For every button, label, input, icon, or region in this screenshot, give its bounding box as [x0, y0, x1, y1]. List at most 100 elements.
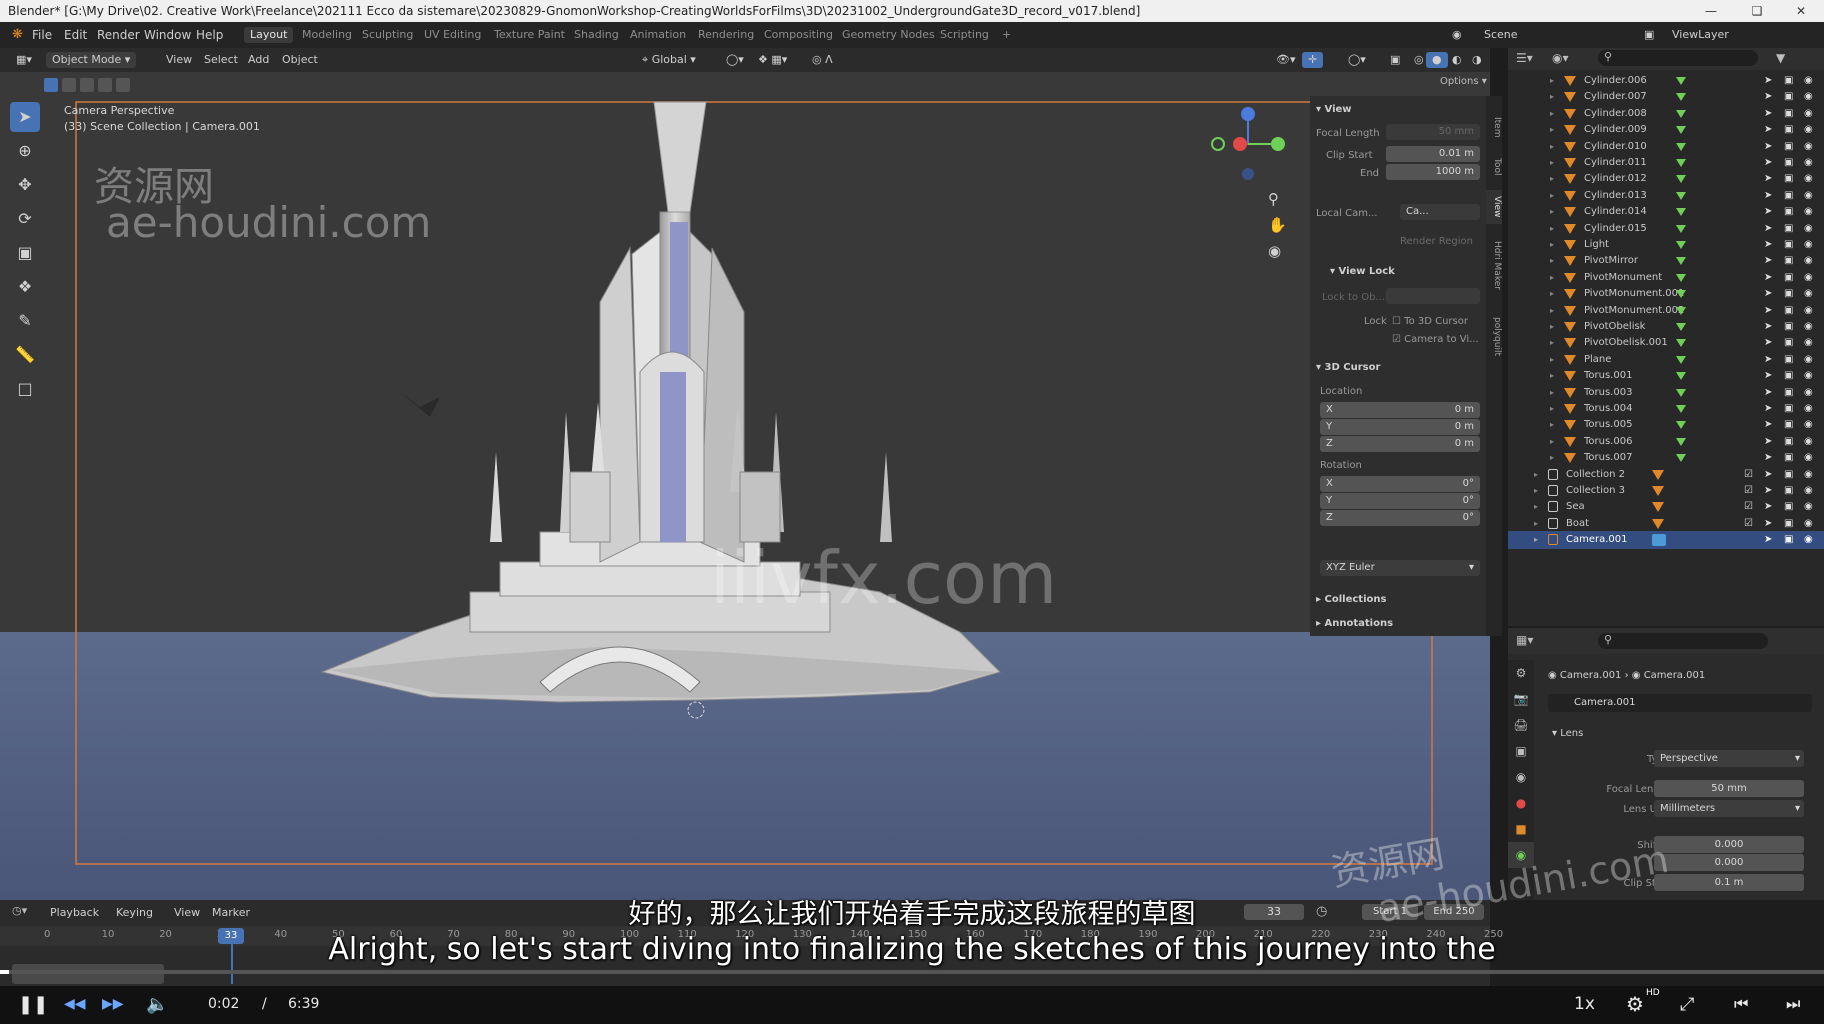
pause-icon[interactable]: ❚❚ — [18, 994, 48, 1015]
outliner-row[interactable]: ▸ Torus.006 ➤ ▣ ◉ — [1508, 433, 1824, 451]
select-arrow-icon[interactable]: ➤ — [1764, 285, 1772, 303]
expand-arrow-icon[interactable]: ▸ — [1550, 252, 1554, 270]
move-tool-icon[interactable]: ✥ — [10, 170, 40, 200]
select-arrow-icon[interactable]: ➤ — [1764, 318, 1772, 336]
select-arrow-icon[interactable]: ➤ — [1764, 449, 1772, 467]
select-arrow-icon[interactable]: ➤ — [1764, 531, 1772, 549]
viewport-visibility-icon[interactable]: ▣ — [1784, 351, 1793, 369]
editor-type-icon[interactable]: ▦▾ — [10, 52, 38, 68]
object-tab-icon[interactable]: ■ — [1508, 816, 1534, 842]
shift-y-field[interactable]: 0.000 — [1654, 854, 1804, 871]
viewport-visibility-icon[interactable]: ▣ — [1784, 236, 1793, 254]
render-camera-icon[interactable]: ◉ — [1804, 466, 1813, 484]
select-arrow-icon[interactable]: ➤ — [1764, 334, 1772, 352]
outliner-row[interactable]: ▸ PivotObelisk ➤ ▣ ◉ — [1508, 318, 1824, 336]
expand-arrow-icon[interactable]: ▸ — [1550, 367, 1554, 385]
3d-viewport[interactable]: Camera Perspective (33) Scene Collection… — [0, 72, 1490, 900]
camera-view-icon[interactable]: ◉ — [1268, 242, 1281, 260]
outliner-row[interactable]: ▸ Cylinder.009 ➤ ▣ ◉ — [1508, 121, 1824, 139]
rewind-icon[interactable]: ◀◀ — [64, 996, 86, 1012]
annotate-tool-icon[interactable]: ✎ — [10, 306, 40, 336]
expand-arrow-icon[interactable]: ▸ — [1550, 302, 1554, 320]
render-camera-icon[interactable]: ◉ — [1804, 531, 1813, 549]
include-checkbox-icon[interactable]: ☑ — [1744, 482, 1753, 500]
camera-datablock-field[interactable]: Camera.001 — [1548, 694, 1812, 712]
lock-to-object-field[interactable] — [1386, 288, 1480, 304]
viewport-visibility-icon[interactable]: ▣ — [1784, 482, 1793, 500]
render-camera-icon[interactable]: ◉ — [1804, 400, 1813, 418]
exit-fullscreen-icon[interactable]: ⤢ — [1680, 994, 1694, 1015]
viewport-visibility-icon[interactable]: ▣ — [1784, 88, 1793, 106]
expand-arrow-icon[interactable]: ▸ — [1550, 203, 1554, 221]
outliner-row[interactable]: ▸ PivotMonument.001 ➤ ▣ ◉ — [1508, 285, 1824, 303]
menu-file[interactable]: File — [32, 28, 52, 42]
timeline-scrollbar[interactable] — [12, 964, 164, 984]
outliner-row[interactable]: ▸ Cylinder.011 ➤ ▣ ◉ — [1508, 154, 1824, 172]
collections-section-header[interactable]: ▸ Collections — [1316, 594, 1386, 605]
viewport-visibility-icon[interactable]: ▣ — [1784, 302, 1793, 320]
select-arrow-icon[interactable]: ➤ — [1764, 482, 1772, 500]
render-region-checkbox[interactable]: Render Region — [1400, 236, 1473, 247]
render-camera-icon[interactable]: ◉ — [1804, 121, 1813, 139]
expand-arrow-icon[interactable]: ▸ — [1550, 269, 1554, 287]
render-camera-icon[interactable]: ◉ — [1804, 220, 1813, 238]
scale-tool-icon[interactable]: ▣ — [10, 238, 40, 268]
render-camera-icon[interactable]: ◉ — [1804, 170, 1813, 188]
focal-length-field[interactable]: 50 mm — [1386, 124, 1480, 140]
camera-to-view-checkbox[interactable]: ☑ Camera to Vi... — [1392, 334, 1479, 345]
render-camera-icon[interactable]: ◉ — [1804, 384, 1813, 402]
expand-arrow-icon[interactable]: ▸ — [1550, 449, 1554, 467]
render-camera-icon[interactable]: ◉ — [1804, 334, 1813, 352]
select-arrow-icon[interactable]: ➤ — [1764, 367, 1772, 385]
add-workspace-button[interactable]: + — [996, 27, 1017, 43]
viewport-visibility-icon[interactable]: ▣ — [1784, 498, 1793, 516]
expand-arrow-icon[interactable]: ▸ — [1550, 433, 1554, 451]
render-camera-icon[interactable]: ◉ — [1804, 482, 1813, 500]
outliner-collection-row[interactable]: ▸ Collection 2 ☑ ➤ ▣ ◉ — [1508, 466, 1824, 484]
outliner-row[interactable]: ▸ Light ➤ ▣ ◉ — [1508, 236, 1824, 254]
outliner-row[interactable]: ▸ PivotMirror ➤ ▣ ◉ — [1508, 252, 1824, 270]
expand-arrow-icon[interactable]: ▸ — [1550, 285, 1554, 303]
render-camera-icon[interactable]: ◉ — [1804, 302, 1813, 320]
outliner-row[interactable]: ▸ PivotMonument ➤ ▣ ◉ — [1508, 269, 1824, 287]
tab-scripting[interactable]: Scripting — [934, 27, 995, 43]
transform-orientation-dropdown[interactable]: ⌖ Global ▾ — [636, 52, 702, 68]
render-camera-icon[interactable]: ◉ — [1804, 236, 1813, 254]
cursor-loc-y-field[interactable]: Y 0 m — [1320, 419, 1480, 435]
outliner-row[interactable]: ▸ Cylinder.012 ➤ ▣ ◉ — [1508, 170, 1824, 188]
select-arrow-icon[interactable]: ➤ — [1764, 269, 1772, 287]
outliner-row[interactable]: ▸ Cylinder.007 ➤ ▣ ◉ — [1508, 88, 1824, 106]
outliner-row[interactable]: ▸ Torus.003 ➤ ▣ ◉ — [1508, 384, 1824, 402]
sidebar-tab-view[interactable]: View — [1486, 190, 1502, 224]
shift-x-field[interactable]: 0.000 — [1654, 836, 1804, 853]
lens-clip-start-field[interactable]: 0.1 m — [1654, 874, 1804, 891]
lens-focal-field[interactable]: 50 mm — [1654, 780, 1804, 797]
cursor-loc-x-field[interactable]: X 0 m — [1320, 402, 1480, 418]
cursor-rot-y-field[interactable]: Y 0° — [1320, 493, 1480, 509]
tab-texture-paint[interactable]: Texture Paint — [488, 27, 571, 43]
menu-view[interactable]: View — [160, 52, 198, 68]
shading-material-icon[interactable]: ◐ — [1446, 52, 1468, 68]
outliner-editor-icon[interactable]: ☰▾ — [1516, 51, 1533, 65]
render-camera-icon[interactable]: ◉ — [1804, 318, 1813, 336]
viewport-visibility-icon[interactable]: ▣ — [1784, 252, 1793, 270]
snap-icon[interactable]: ❖ ▦▾ — [752, 52, 793, 68]
select-arrow-icon[interactable]: ➤ — [1764, 433, 1772, 451]
settings-gear-icon[interactable]: ⚙ — [1626, 992, 1644, 1016]
render-camera-icon[interactable]: ◉ — [1804, 269, 1813, 287]
previous-icon[interactable]: ⏮ — [1734, 994, 1748, 1014]
viewport-visibility-icon[interactable]: ▣ — [1784, 416, 1793, 434]
proportional-edit-icon[interactable]: ◎ Λ — [806, 52, 839, 68]
tab-compositing[interactable]: Compositing — [758, 27, 839, 43]
tab-rendering[interactable]: Rendering — [692, 27, 760, 43]
view-section-header[interactable]: ▾ View — [1316, 104, 1352, 115]
select-invert-icon[interactable] — [98, 78, 112, 92]
xray-toggle-icon[interactable]: ▣ — [1384, 52, 1406, 68]
menu-select[interactable]: Select — [198, 52, 244, 68]
viewport-visibility-icon[interactable]: ▣ — [1784, 269, 1793, 287]
forward-icon[interactable]: ▶▶ — [102, 996, 124, 1012]
expand-arrow-icon[interactable]: ▸ — [1550, 236, 1554, 254]
expand-arrow-icon[interactable]: ▸ — [1550, 384, 1554, 402]
render-camera-icon[interactable]: ◉ — [1804, 285, 1813, 303]
render-camera-icon[interactable]: ◉ — [1804, 72, 1813, 90]
